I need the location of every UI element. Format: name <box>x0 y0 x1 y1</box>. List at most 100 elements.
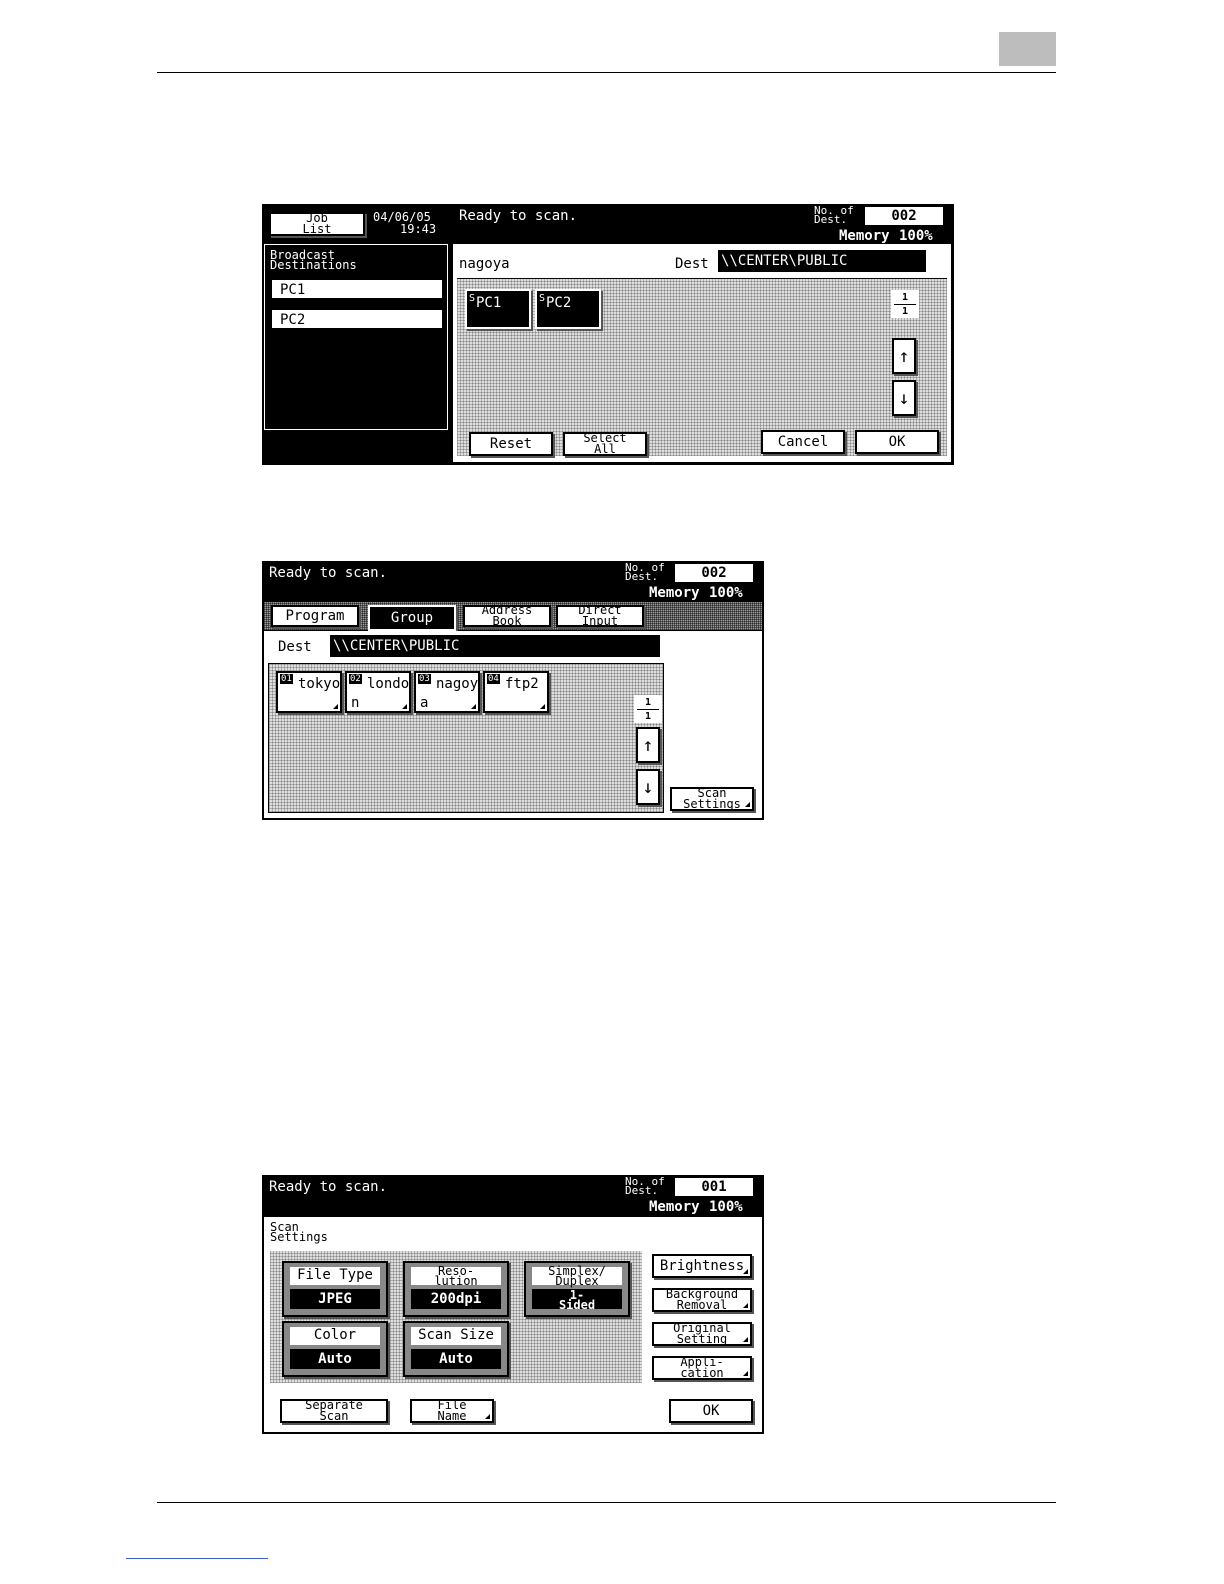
dest-path-field: \\CENTER\PUBLIC <box>330 635 660 657</box>
no-of-dest-label: No. of Dest. <box>625 561 665 583</box>
memory-value: 100% <box>709 1199 743 1215</box>
down-arrow-icon: ↓ <box>898 387 910 409</box>
memory-label: Memory <box>839 228 890 244</box>
group-key[interactable]: 03 nagoy a <box>414 671 480 713</box>
file-type-value: JPEG <box>290 1289 380 1309</box>
file-type-label: File Type <box>290 1267 380 1285</box>
no-of-dest-label: No. of Dest. <box>625 1175 665 1197</box>
separate-scan-button[interactable]: Separate Scan <box>280 1399 388 1423</box>
selected-dest-key[interactable]: S PC1 <box>465 289 531 329</box>
group-screen: Ready to scan. No. of Dest. 002 Memory 1… <box>262 561 764 820</box>
status-text: Ready to scan. <box>459 208 578 224</box>
tab-address-book[interactable]: Address Book <box>463 604 551 627</box>
cancel-button[interactable]: Cancel <box>761 430 845 454</box>
page-divider <box>894 303 916 305</box>
group-name-wrap: n <box>351 695 360 711</box>
status-text: Ready to scan. <box>269 565 388 581</box>
dest-path-field: \\CENTER\PUBLIC <box>718 250 926 272</box>
page-current: 1 <box>901 291 909 303</box>
no-of-dest-value: 002 <box>865 207 943 225</box>
ok-button[interactable]: OK <box>855 430 939 454</box>
selected-mark: S <box>469 293 476 304</box>
broadcast-item[interactable]: PC1 <box>271 279 443 299</box>
file-name-button[interactable]: File Name <box>410 1399 494 1423</box>
no-of-dest-value: 001 <box>675 1178 753 1196</box>
group-name: tokyo <box>298 676 341 692</box>
page-divider <box>637 708 659 710</box>
scroll-down-button[interactable]: ↓ <box>892 380 916 416</box>
memory-label: Memory <box>649 1199 700 1215</box>
footer-link-underline <box>126 1558 268 1559</box>
simplex-duplex-label: Simplex/ Duplex <box>532 1265 622 1287</box>
selected-key-label: PC2 <box>546 295 572 311</box>
page-total: 1 <box>901 305 909 317</box>
scan-size-label: Scan Size <box>411 1327 501 1345</box>
color-value: Auto <box>290 1349 380 1369</box>
original-setting-button[interactable]: Original Setting <box>652 1322 752 1346</box>
page-current: 1 <box>644 696 652 708</box>
broadcast-item[interactable]: PC2 <box>271 309 443 329</box>
memory-value: 100% <box>709 585 743 601</box>
scan-settings-title: Scan Settings <box>270 1220 328 1244</box>
group-name-wrap: a <box>420 695 429 711</box>
job-list-button[interactable]: Job List <box>269 212 365 236</box>
resolution-value: 200dpi <box>411 1289 501 1309</box>
up-arrow-icon: ↑ <box>642 734 654 756</box>
memory-value: 100% <box>899 228 933 244</box>
no-of-dest-value: 002 <box>675 564 753 582</box>
group-number: 03 <box>418 674 431 684</box>
selection-area: nagoya Dest \\CENTER\PUBLIC S PC1 S PC2 … <box>453 244 951 462</box>
group-key[interactable]: 01 tokyo <box>276 671 342 713</box>
tab-group[interactable]: Group <box>368 605 456 631</box>
broadcast-screen: Job List 04/06/05 19:43 Ready to scan. N… <box>262 204 954 465</box>
group-key[interactable]: 04 ftp2 <box>483 671 549 713</box>
broadcast-destinations-title: Broadcast Destinations <box>270 248 357 272</box>
resolution-setting[interactable]: Reso- lution 200dpi <box>403 1261 509 1317</box>
group-name: nagoya <box>459 256 510 272</box>
up-arrow-icon: ↑ <box>898 345 910 367</box>
group-name: ftp2 <box>505 676 539 692</box>
page-indicator: 1 1 <box>634 695 662 723</box>
scan-settings-body: Scan Settings File Type JPEG Reso- lutio… <box>264 1217 762 1432</box>
page-total: 1 <box>644 710 652 722</box>
selected-key-label: PC1 <box>476 295 502 311</box>
scan-size-setting[interactable]: Scan Size Auto <box>403 1321 509 1377</box>
selected-dest-key[interactable]: S PC2 <box>535 289 601 329</box>
group-key[interactable]: 02 londo n <box>345 671 411 713</box>
scroll-down-button[interactable]: ↓ <box>636 769 660 805</box>
resolution-label: Reso- lution <box>411 1265 501 1287</box>
memory-label: Memory <box>649 585 700 601</box>
time-text: 19:43 <box>400 222 437 236</box>
background-removal-button[interactable]: Background Removal <box>652 1288 752 1312</box>
color-label: Color <box>290 1327 380 1345</box>
application-button[interactable]: Appli- cation <box>652 1356 752 1380</box>
status-text: Ready to scan. <box>269 1179 388 1195</box>
group-number: 02 <box>349 674 362 684</box>
tab-direct-input[interactable]: Direct Input <box>556 604 644 627</box>
group-name: nagoy <box>436 676 479 692</box>
scan-settings-button[interactable]: Scan Settings <box>670 787 754 811</box>
header-rule <box>157 72 1056 73</box>
tab-program[interactable]: Program <box>271 605 359 627</box>
group-body: Dest \\CENTER\PUBLIC 01 tokyo 02 londo n… <box>264 631 762 818</box>
dest-label: Dest <box>675 256 709 272</box>
selected-mark: S <box>539 293 546 304</box>
page-indicator: 1 1 <box>891 290 919 318</box>
simplex-duplex-setting[interactable]: Simplex/ Duplex 1- Sided <box>524 1261 630 1317</box>
simplex-duplex-value: 1- Sided <box>532 1289 622 1311</box>
ok-button[interactable]: OK <box>669 1399 753 1423</box>
file-type-setting[interactable]: File Type JPEG <box>282 1261 388 1317</box>
scan-settings-screen: Ready to scan. No. of Dest. 001 Memory 1… <box>262 1175 764 1434</box>
color-setting[interactable]: Color Auto <box>282 1321 388 1377</box>
no-of-dest-label: No. of Dest. <box>814 204 854 226</box>
group-name: londo <box>367 676 410 692</box>
scroll-up-button[interactable]: ↑ <box>892 338 916 374</box>
scroll-up-button[interactable]: ↑ <box>636 727 660 763</box>
select-all-button[interactable]: Select All <box>563 432 647 456</box>
scan-size-value: Auto <box>411 1349 501 1369</box>
reset-button[interactable]: Reset <box>469 432 553 456</box>
group-number: 04 <box>487 674 500 684</box>
brightness-button[interactable]: Brightness <box>652 1254 752 1278</box>
broadcast-destinations-panel: Broadcast Destinations PC1 PC2 <box>264 244 448 430</box>
footer-rule <box>157 1502 1056 1503</box>
